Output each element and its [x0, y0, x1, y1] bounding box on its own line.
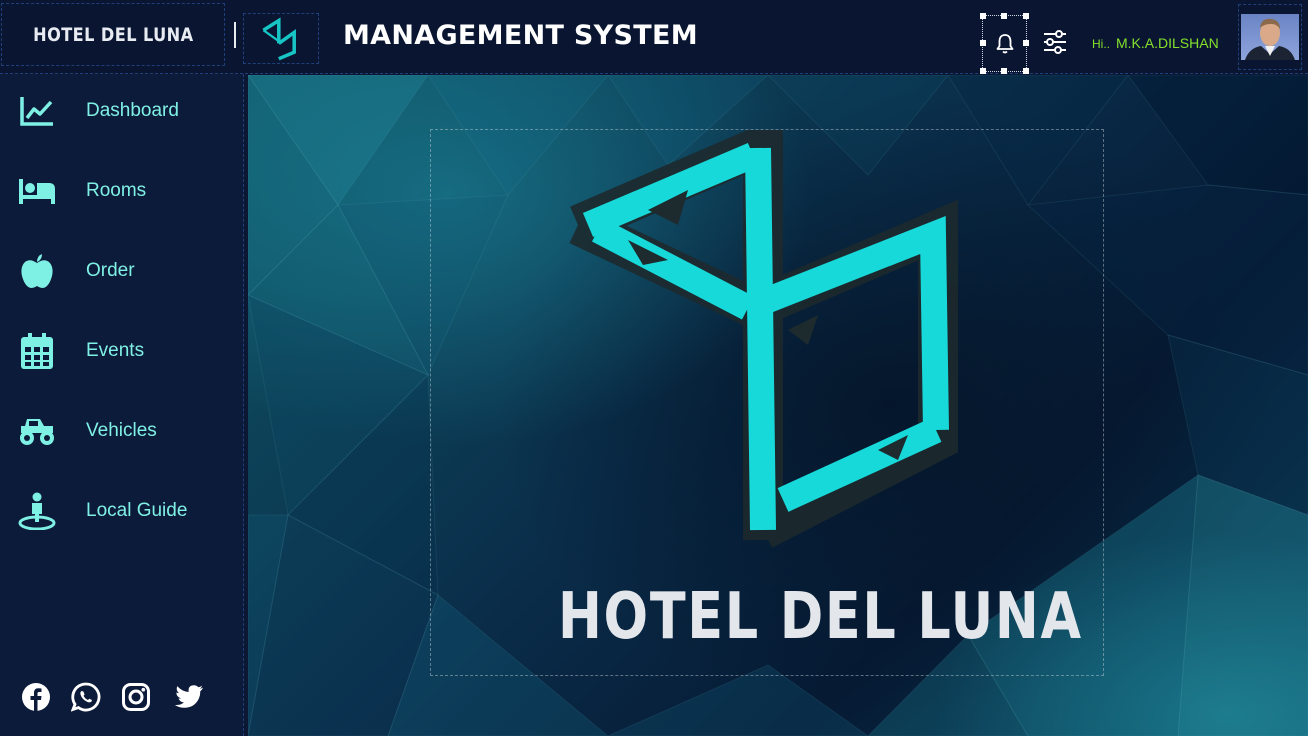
- calendar-icon: [18, 332, 56, 370]
- chart-line-icon: [18, 92, 56, 130]
- top-bar: HOTEL DEL LUNA MANAGEMENT SYSTEM Hi.. M.…: [0, 0, 1308, 74]
- instagram-icon: [122, 683, 150, 711]
- sidebar: Dashboard Rooms Order Events Vehicles Lo…: [0, 74, 244, 736]
- selection-handle: [1001, 68, 1007, 74]
- user-name: M.K.A.DILSHAN: [1116, 35, 1219, 51]
- sliders-icon[interactable]: [1042, 29, 1068, 55]
- person-pin-icon: [18, 492, 56, 530]
- avatar: [1241, 14, 1299, 60]
- sidebar-item-local-guide[interactable]: Local Guide: [0, 483, 243, 539]
- hotel-logo-large-icon: [569, 130, 958, 548]
- apple-icon: [18, 252, 56, 290]
- brand-name: HOTEL DEL LUNA: [32, 23, 194, 46]
- sidebar-item-order[interactable]: Order: [0, 243, 243, 299]
- avatar-button[interactable]: [1238, 4, 1302, 70]
- bed-icon: [18, 172, 56, 210]
- sidebar-item-events[interactable]: Events: [0, 323, 243, 379]
- logo-wordmark: HOTEL DEL LUNA: [558, 580, 1083, 654]
- greeting-prefix: Hi..: [1092, 37, 1110, 51]
- sidebar-item-label: Local Guide: [86, 500, 188, 521]
- hotel-logo-icon: [262, 16, 296, 60]
- main-content: HOTEL DEL LUNA: [248, 75, 1308, 736]
- user-greeting: Hi.. M.K.A.DILSHAN: [1092, 35, 1219, 51]
- sidebar-item-rooms[interactable]: Rooms: [0, 163, 243, 219]
- sidebar-item-dashboard[interactable]: Dashboard: [0, 83, 243, 139]
- sidebar-item-label: Order: [86, 260, 135, 281]
- monster-truck-icon: [18, 412, 56, 450]
- header-divider: [234, 22, 236, 48]
- facebook-icon: [22, 683, 50, 711]
- selection-handle: [980, 13, 986, 19]
- twitter-link[interactable]: [174, 682, 204, 712]
- twitter-icon: [174, 685, 204, 708]
- brand-box: HOTEL DEL LUNA: [1, 3, 225, 66]
- selection-handle: [1023, 13, 1029, 19]
- notification-button[interactable]: [980, 13, 1029, 74]
- selection-handle: [980, 40, 986, 46]
- sidebar-item-label: Vehicles: [86, 420, 157, 441]
- sidebar-item-label: Events: [86, 340, 145, 361]
- selection-handle: [1001, 13, 1007, 19]
- page-title: MANAGEMENT SYSTEM: [343, 20, 698, 51]
- whatsapp-link[interactable]: [71, 682, 101, 712]
- instagram-link[interactable]: [121, 682, 151, 712]
- bell-icon: [996, 33, 1013, 53]
- sidebar-item-vehicles[interactable]: Vehicles: [0, 403, 243, 459]
- selection-handle: [980, 68, 986, 74]
- facebook-link[interactable]: [21, 682, 51, 712]
- sidebar-item-label: Rooms: [86, 180, 147, 201]
- selection-handle: [1023, 40, 1029, 46]
- sidebar-item-label: Dashboard: [86, 100, 179, 121]
- user-photo-icon: [1245, 18, 1295, 60]
- whatsapp-icon: [71, 682, 101, 712]
- header-logo: [243, 13, 319, 64]
- selection-handle: [1023, 68, 1029, 74]
